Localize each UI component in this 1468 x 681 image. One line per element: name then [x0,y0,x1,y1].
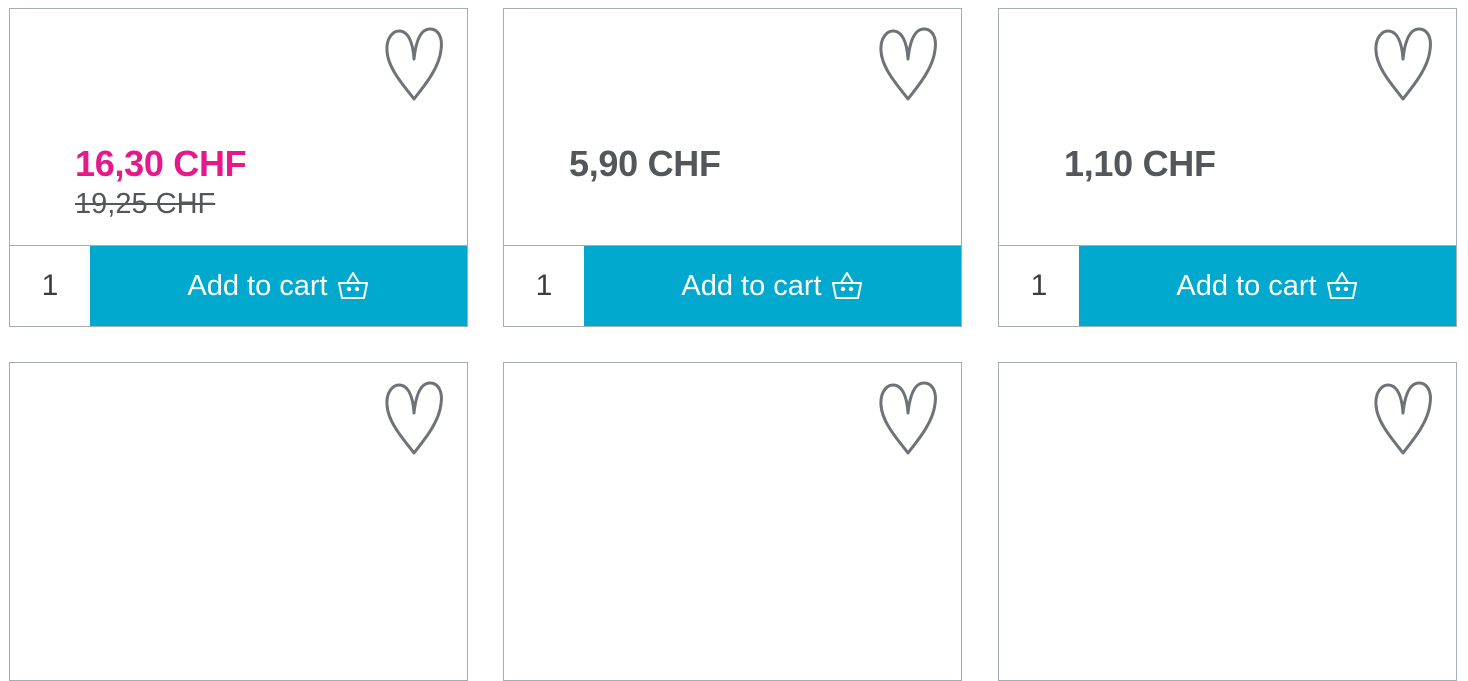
cart-row: 1 Add to cart [999,245,1456,326]
add-to-cart-label: Add to cart [1176,269,1317,302]
price: 5,90 CHF [569,143,721,184]
wishlist-button[interactable] [1372,379,1434,457]
add-to-cart-button[interactable]: Add to cart [1079,246,1456,326]
original-price: 19,25 CHF [75,188,216,220]
add-to-cart-label: Add to cart [187,269,328,302]
cart-row: 1 Add to cart [504,245,961,326]
wishlist-button[interactable] [877,25,939,103]
price-block: 1,10 CHF [1064,143,1216,185]
product-card [503,362,962,681]
sale-price: 16,30 CHF [75,143,247,184]
product-card: 16,30 CHF 19,25 CHF 1 Add to cart [9,8,468,327]
price: 1,10 CHF [1064,143,1216,184]
product-card: 1,10 CHF 1 Add to cart [998,8,1457,327]
wishlist-button[interactable] [877,379,939,457]
product-card [998,362,1457,681]
wishlist-button[interactable] [383,379,445,457]
price-block: 5,90 CHF [569,143,721,185]
basket-icon [1325,269,1359,303]
heart-icon [383,25,445,103]
heart-icon [1372,25,1434,103]
add-to-cart-button[interactable]: Add to cart [90,246,467,326]
add-to-cart-label: Add to cart [681,269,822,302]
quantity-input[interactable]: 1 [999,246,1079,326]
quantity-input[interactable]: 1 [504,246,584,326]
basket-icon [830,269,864,303]
product-card [9,362,468,681]
wishlist-button[interactable] [1372,25,1434,103]
heart-icon [1372,379,1434,457]
price-block: 16,30 CHF 19,25 CHF [75,143,247,221]
product-card: 5,90 CHF 1 Add to cart [503,8,962,327]
add-to-cart-button[interactable]: Add to cart [584,246,961,326]
heart-icon [383,379,445,457]
heart-icon [877,379,939,457]
heart-icon [877,25,939,103]
quantity-input[interactable]: 1 [10,246,90,326]
wishlist-button[interactable] [383,25,445,103]
basket-icon [336,269,370,303]
cart-row: 1 Add to cart [10,245,467,326]
